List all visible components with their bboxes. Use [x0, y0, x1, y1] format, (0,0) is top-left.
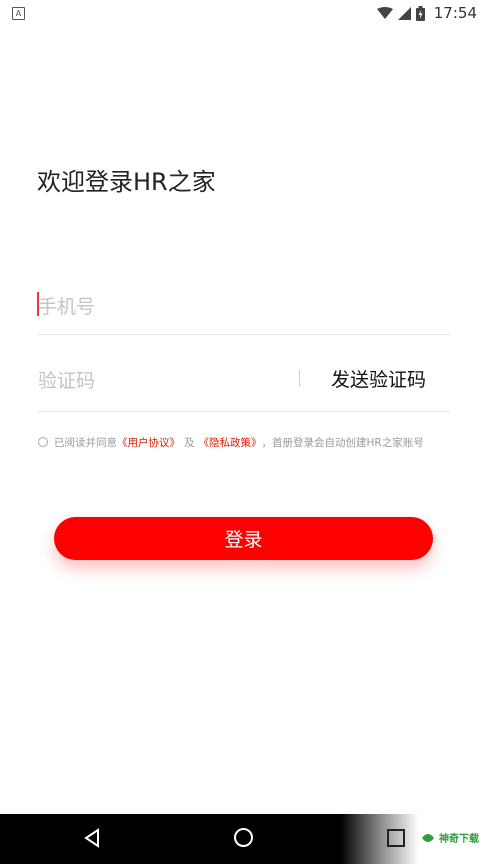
status-bar: A 17:54: [0, 0, 487, 26]
agreement-prefix: 已阅读并同意: [54, 436, 117, 449]
agreement-row: 已阅读并同意 《用户协议》 及 《隐私政策》 ，首册登录会自动创建HR之家账号: [38, 434, 424, 450]
field-divider: [299, 370, 300, 386]
send-code-button[interactable]: 发送验证码: [331, 365, 426, 392]
verification-code-field[interactable]: 验证码 发送验证码: [37, 356, 450, 412]
clock: 17:54: [433, 4, 477, 22]
agreement-and: 及: [184, 436, 195, 449]
phone-field[interactable]: 手机号: [37, 282, 450, 335]
code-placeholder: 验证码: [38, 370, 96, 392]
watermark-text: 神奇下载: [439, 834, 479, 845]
phone-placeholder: 手机号: [38, 296, 96, 318]
home-icon[interactable]: [233, 827, 254, 848]
agreement-suffix: ，首册登录会自动创建HR之家账号: [261, 436, 424, 449]
watermark-logo-icon: [422, 833, 434, 842]
status-icons: 17:54: [376, 4, 477, 22]
page-title: 欢迎登录HR之家: [37, 168, 216, 196]
watermark: 神奇下载: [421, 830, 479, 845]
navigation-bar: [0, 814, 487, 864]
login-button[interactable]: 登录: [54, 517, 433, 560]
wifi-icon: [376, 6, 393, 19]
recent-apps-icon[interactable]: [387, 829, 405, 847]
agreement-checkbox[interactable]: [38, 437, 48, 447]
battery-icon: [415, 5, 425, 21]
signal-icon: [397, 6, 411, 20]
privacy-policy-link[interactable]: 《隐私政策》: [199, 435, 262, 450]
notification-icon: A: [12, 7, 25, 20]
user-agreement-link[interactable]: 《用户协议》: [117, 435, 180, 450]
back-icon[interactable]: [83, 828, 101, 848]
